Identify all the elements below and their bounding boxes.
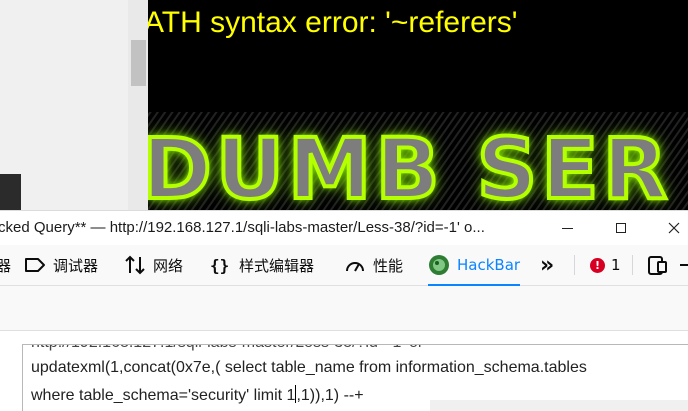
error-count: 1	[611, 256, 621, 274]
tab-style-editor-label: 样式编辑器	[239, 256, 315, 275]
url-line-part: where table_schema='security' limit 1	[31, 387, 296, 404]
hackbar-toolbar	[0, 286, 688, 331]
close-button[interactable]	[660, 215, 688, 241]
maximize-button[interactable]	[606, 215, 636, 241]
tab-partial[interactable]: 器	[0, 245, 11, 285]
tab-performance[interactable]: 性能	[344, 245, 403, 285]
debugger-icon	[25, 258, 45, 272]
chevron-double-right-icon: »	[540, 252, 555, 278]
menu-icon	[680, 264, 688, 266]
error-icon: !	[590, 257, 605, 273]
url-line: http://192.168.127.1/sqli-labs-master/Le…	[31, 345, 423, 352]
network-icon	[125, 255, 145, 275]
svg-text:{}: {}	[210, 256, 229, 275]
hackbar-icon	[429, 255, 449, 275]
separator	[574, 255, 575, 275]
window-title: cked Query** — http://192.168.127.1/sqli…	[0, 219, 485, 236]
tab-debugger[interactable]: 调试器	[24, 245, 98, 285]
url-line: where table_schema='security' limit 1,1)…	[31, 385, 364, 405]
dock-toggle-button[interactable]	[646, 245, 675, 285]
banner: DUMB SER	[148, 112, 688, 210]
url-line: updatexml(1,concat(0x7e,( select table_n…	[31, 359, 587, 376]
tab-partial-label: 器	[0, 256, 12, 275]
tab-performance-label: 性能	[373, 256, 404, 275]
url-line-part: ,1)),1) --+	[296, 387, 364, 404]
banner-title: DUMB SER	[148, 118, 672, 210]
performance-icon	[346, 262, 364, 272]
options-menu-button[interactable]	[680, 245, 688, 285]
tabs-overflow-button[interactable]: »	[540, 245, 554, 285]
tab-debugger-label: 调试器	[53, 256, 99, 275]
panel-footer	[430, 400, 688, 411]
separator	[632, 255, 633, 275]
page-scrollbar-thumb[interactable]	[131, 40, 146, 86]
page-side-area	[0, 0, 148, 210]
tab-network[interactable]: 网络	[124, 245, 183, 285]
page-content: ATH syntax error: '~referers' DUMB SER	[148, 0, 688, 210]
page-scrollbar[interactable]	[128, 0, 148, 210]
style-editor-icon: {}	[210, 256, 229, 275]
error-message: ATH syntax error: '~referers'	[148, 6, 518, 39]
close-icon	[668, 222, 680, 234]
devtools-tabbar: 器 调试器 网络 {} 样式编辑器 性能 HackBar » ! 1	[0, 245, 688, 286]
error-count-badge[interactable]: ! 1	[590, 245, 621, 285]
responsive-design-icon	[648, 256, 667, 275]
minimize-button[interactable]	[552, 215, 582, 241]
tab-hackbar-label: HackBar	[457, 256, 521, 274]
tab-hackbar[interactable]: HackBar	[428, 245, 521, 286]
devtools-titlebar: cked Query** — http://192.168.127.1/sqli…	[0, 210, 688, 245]
tab-network-label: 网络	[153, 256, 184, 275]
tab-style-editor[interactable]: {} 样式编辑器	[210, 245, 314, 285]
page-dark-element	[0, 174, 21, 210]
